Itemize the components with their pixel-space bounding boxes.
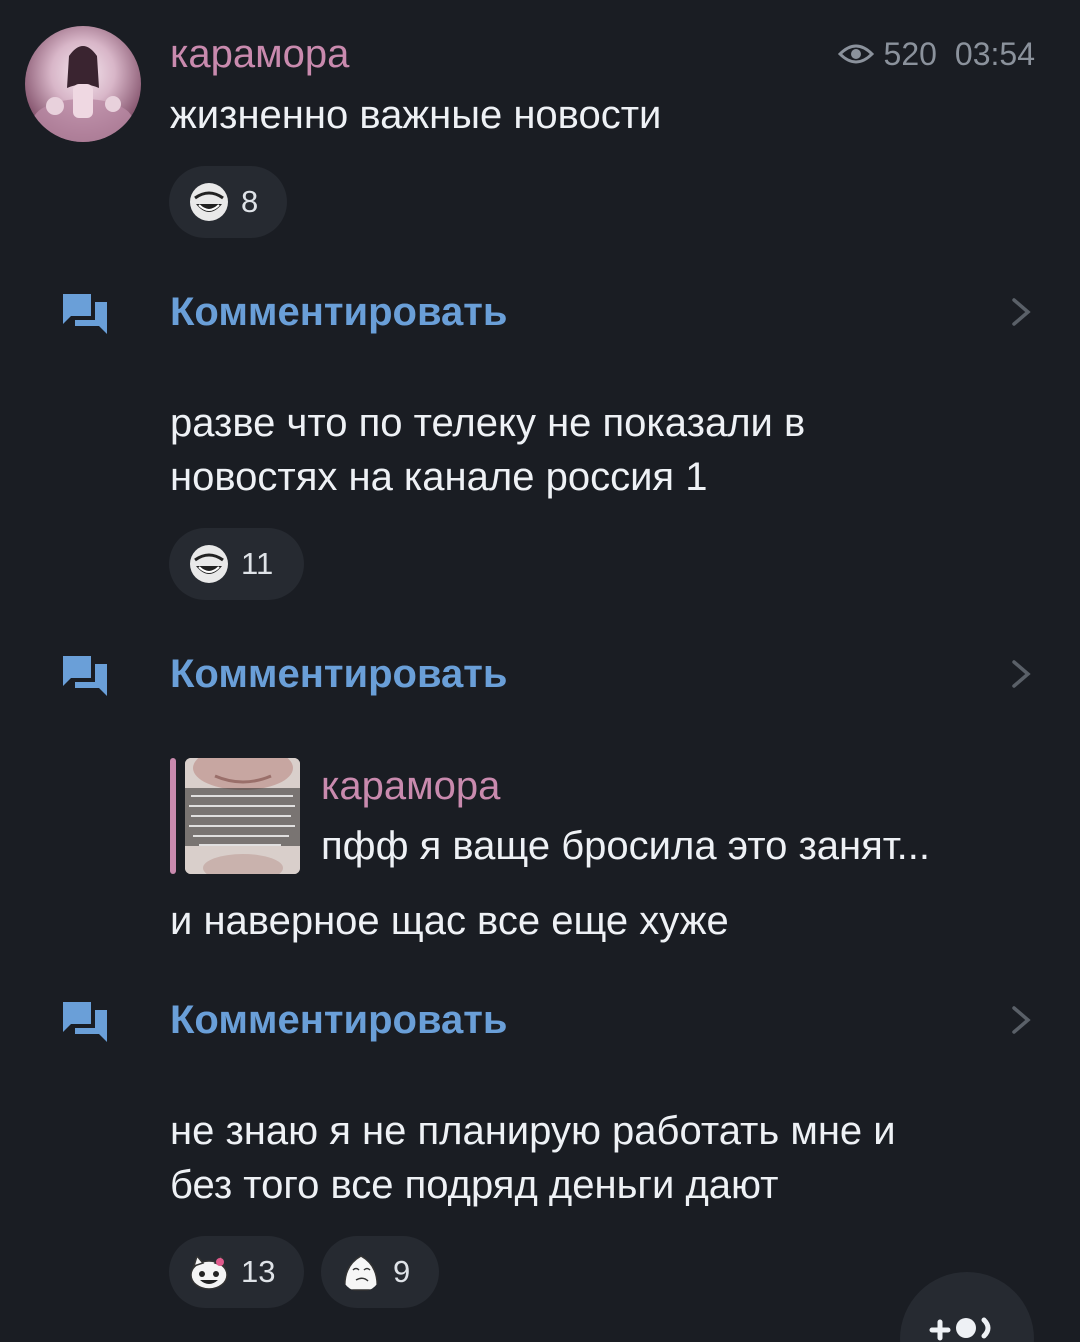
reply-quote[interactable]: карамора пфф я ваще бросила это занят... [170,758,960,874]
reaction-count: 9 [393,1254,411,1289]
comment-label: Комментировать [170,652,508,696]
trollface-icon [190,545,228,583]
add-reaction-icon [929,1317,991,1341]
reaction-button[interactable]: 13 [169,1236,304,1308]
eye-icon [837,44,874,64]
reaction-button[interactable]: 9 [321,1236,439,1308]
add-reaction-button[interactable] [900,1272,1034,1342]
comment-link[interactable]: Комментировать [0,634,1080,714]
trollface-icon [190,183,228,221]
reaction-button[interactable]: 11 [169,528,304,600]
rage-face-icon [344,1255,378,1291]
reply-author: карамора [321,764,501,808]
reply-text: пфф я ваще бросила это занят... [321,824,931,868]
comment-label: Комментировать [170,998,508,1042]
reaction-count: 8 [241,184,259,219]
reply-thumbnail [185,758,300,874]
channel-avatar[interactable] [25,26,141,142]
message-time: 03:54 [954,36,1035,72]
comment-label: Комментировать [170,290,508,334]
chevron-right-icon [1012,298,1031,326]
comments-icon [63,294,107,334]
message-meta: 520 03:54 [837,32,1035,76]
message-text: и наверное щас все еще хуже [170,899,729,943]
reaction-button[interactable]: 8 [169,166,287,238]
message-text: не знаю я не планирую работать мне и без… [170,1109,896,1207]
message-author[interactable]: карамора [170,30,349,78]
message-text: разве что по телеку не показали в новост… [170,401,806,499]
reaction-count: 11 [241,546,274,581]
quote-bar [170,758,176,874]
reaction-count: 13 [241,1254,276,1289]
comments-icon [63,656,107,696]
hello-kitty-icon [190,1254,228,1290]
chevron-right-icon [1012,660,1031,688]
comment-link[interactable]: Комментировать [0,980,1080,1060]
views-count: 520 [883,36,937,72]
message-text: жизненно важные новости [170,93,662,137]
chevron-right-icon [1012,1006,1031,1034]
comment-link[interactable]: Комментировать [0,272,1080,352]
comments-icon [63,1002,107,1042]
